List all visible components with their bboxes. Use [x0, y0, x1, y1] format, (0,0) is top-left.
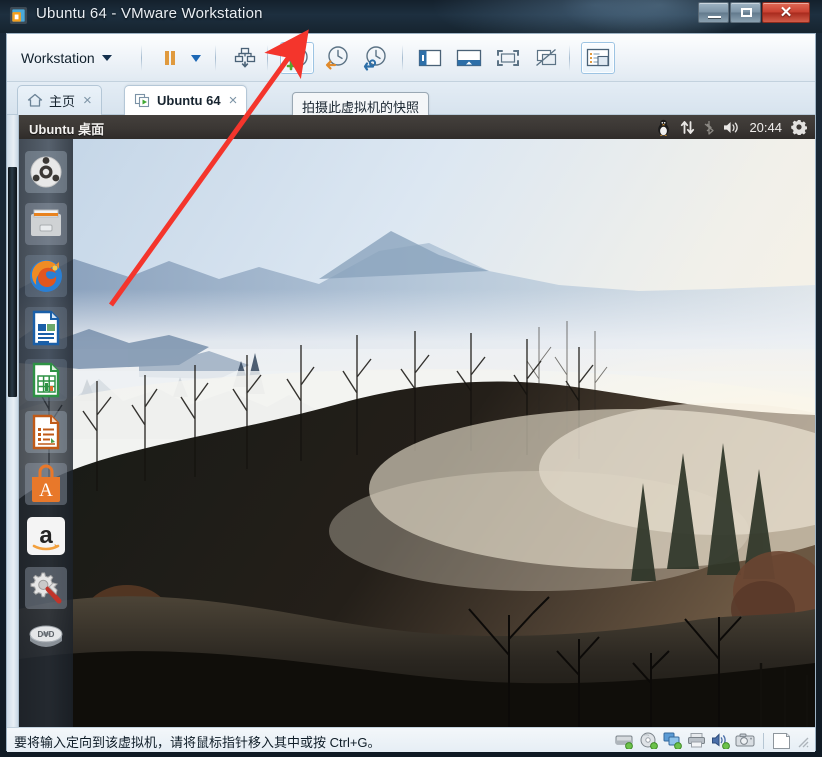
suspend-button[interactable] — [153, 42, 187, 74]
svg-text:DVD: DVD — [38, 630, 55, 639]
window-title: Ubuntu 64 - VMware Workstation — [36, 5, 263, 22]
chevron-down-icon — [101, 55, 112, 61]
guest-panel-indicators: 20:44 — [656, 115, 807, 139]
network-updown-icon[interactable] — [680, 120, 695, 135]
full-screen-button[interactable] — [491, 42, 525, 74]
vm-view-scrollbar-thumb[interactable] — [8, 167, 17, 397]
status-sound-icon[interactable] — [711, 732, 731, 749]
fullscreen-icon — [497, 50, 519, 66]
console-view-icon — [586, 48, 610, 67]
toolbar-separator — [215, 45, 216, 71]
close-icon: ✕ — [779, 4, 793, 21]
toolbar-separator — [569, 45, 570, 71]
launcher-item-files[interactable] — [23, 201, 69, 247]
workstation-menu-button[interactable]: Workstation — [21, 46, 112, 70]
bluetooth-icon[interactable] — [704, 120, 715, 135]
vm-console-view[interactable]: A a DVD Ubuntu 桌面 20:44 — [7, 115, 815, 727]
console-view-button[interactable] — [581, 42, 615, 74]
guest-top-panel[interactable]: Ubuntu 桌面 20:44 — [19, 115, 815, 139]
clock-wrench-icon — [363, 46, 386, 71]
minimize-button[interactable] — [698, 2, 729, 23]
guest-panel-title: Ubuntu 桌面 — [29, 122, 105, 137]
status-bar: 要将输入定向到该虚拟机，请将鼠标指针移入其中或按 Ctrl+G。 — [7, 727, 815, 752]
status-note-icon[interactable] — [772, 732, 791, 750]
caret-down-icon — [191, 55, 201, 62]
main-toolbar: Workstation — [7, 34, 815, 82]
status-device-icons — [615, 728, 809, 753]
status-separator — [763, 732, 764, 749]
show-thumbnail-bar-button[interactable] — [452, 42, 486, 74]
toolbar-separator — [141, 45, 142, 71]
tab-home-label: 主页 — [49, 94, 76, 109]
unity-mode-button[interactable] — [529, 42, 563, 74]
status-network-icon[interactable] — [663, 732, 683, 749]
tab-home[interactable]: 主页 × — [17, 85, 102, 115]
volume-icon[interactable] — [723, 120, 740, 135]
unity-launcher: A a DVD — [19, 139, 73, 727]
vmware-workstation-window: Ubuntu 64 - VMware Workstation ✕ Worksta… — [0, 0, 822, 757]
toolbar-separator — [402, 45, 403, 71]
tab-ubuntu-64-close-icon[interactable]: × — [227, 93, 240, 108]
tab-home-close-icon[interactable]: × — [81, 93, 94, 108]
vm-icon — [134, 93, 150, 107]
launcher-item-calc[interactable] — [23, 357, 69, 403]
window-client-area: Workstation 主页 × Ubuntu 64 × A a DVD Ubu… — [6, 33, 816, 752]
guest-desktop-wallpaper[interactable] — [19, 139, 815, 727]
svg-text:A: A — [39, 480, 53, 501]
thumbnail-bar-icon — [456, 49, 482, 67]
take-snapshot-button[interactable] — [280, 42, 314, 74]
tux-penguin-icon[interactable] — [656, 119, 671, 136]
vmware-icon — [9, 6, 28, 25]
toolbar-separator — [267, 45, 268, 71]
show-library-button[interactable] — [413, 42, 447, 74]
launcher-item-system-settings[interactable] — [23, 565, 69, 611]
guest-clock[interactable]: 20:44 — [749, 120, 782, 135]
workstation-menu-label: Workstation — [21, 50, 95, 66]
launcher-item-dash[interactable] — [23, 149, 69, 195]
gear-icon[interactable] — [791, 119, 807, 135]
launcher-item-dvd[interactable]: DVD — [23, 615, 69, 661]
close-button[interactable]: ✕ — [762, 2, 810, 23]
tab-ubuntu-64[interactable]: Ubuntu 64 × — [124, 85, 248, 115]
home-icon — [27, 93, 43, 107]
unity-mode-icon — [536, 48, 557, 67]
status-harddisk-icon[interactable] — [615, 732, 635, 749]
window-titlebar[interactable]: Ubuntu 64 - VMware Workstation ✕ — [0, 0, 822, 33]
launcher-item-writer[interactable] — [23, 305, 69, 351]
power-dropdown-button[interactable] — [185, 42, 207, 74]
status-printer-icon — [688, 733, 705, 748]
launcher-item-amazon[interactable]: a — [23, 513, 69, 559]
sidebar-panel-icon — [418, 49, 442, 67]
vm-view-vertical-scrollbar[interactable] — [7, 115, 19, 727]
resize-grip[interactable] — [795, 734, 809, 748]
status-message: 要将输入定向到该虚拟机，请将鼠标指针移入其中或按 Ctrl+G。 — [14, 735, 381, 750]
pause-icon — [165, 51, 175, 65]
launcher-item-impress[interactable] — [23, 409, 69, 455]
tab-ubuntu-64-label: Ubuntu 64 — [157, 93, 221, 108]
svg-text:a: a — [39, 522, 53, 549]
send-ctrl-alt-del-button[interactable] — [228, 42, 262, 74]
launcher-item-software-center[interactable]: A — [23, 461, 69, 507]
clock-revert-icon — [325, 46, 348, 70]
maximize-button[interactable] — [730, 2, 761, 23]
clock-plus-icon — [286, 47, 308, 71]
launcher-item-firefox[interactable] — [23, 253, 69, 299]
status-camera-icon[interactable] — [735, 732, 755, 749]
manage-snapshots-button[interactable] — [358, 42, 392, 74]
revert-snapshot-button[interactable] — [320, 42, 354, 74]
misty-forest-wallpaper — [19, 139, 815, 727]
keyboard-send-icon — [234, 47, 256, 68]
status-cddvd-icon[interactable] — [639, 732, 659, 749]
